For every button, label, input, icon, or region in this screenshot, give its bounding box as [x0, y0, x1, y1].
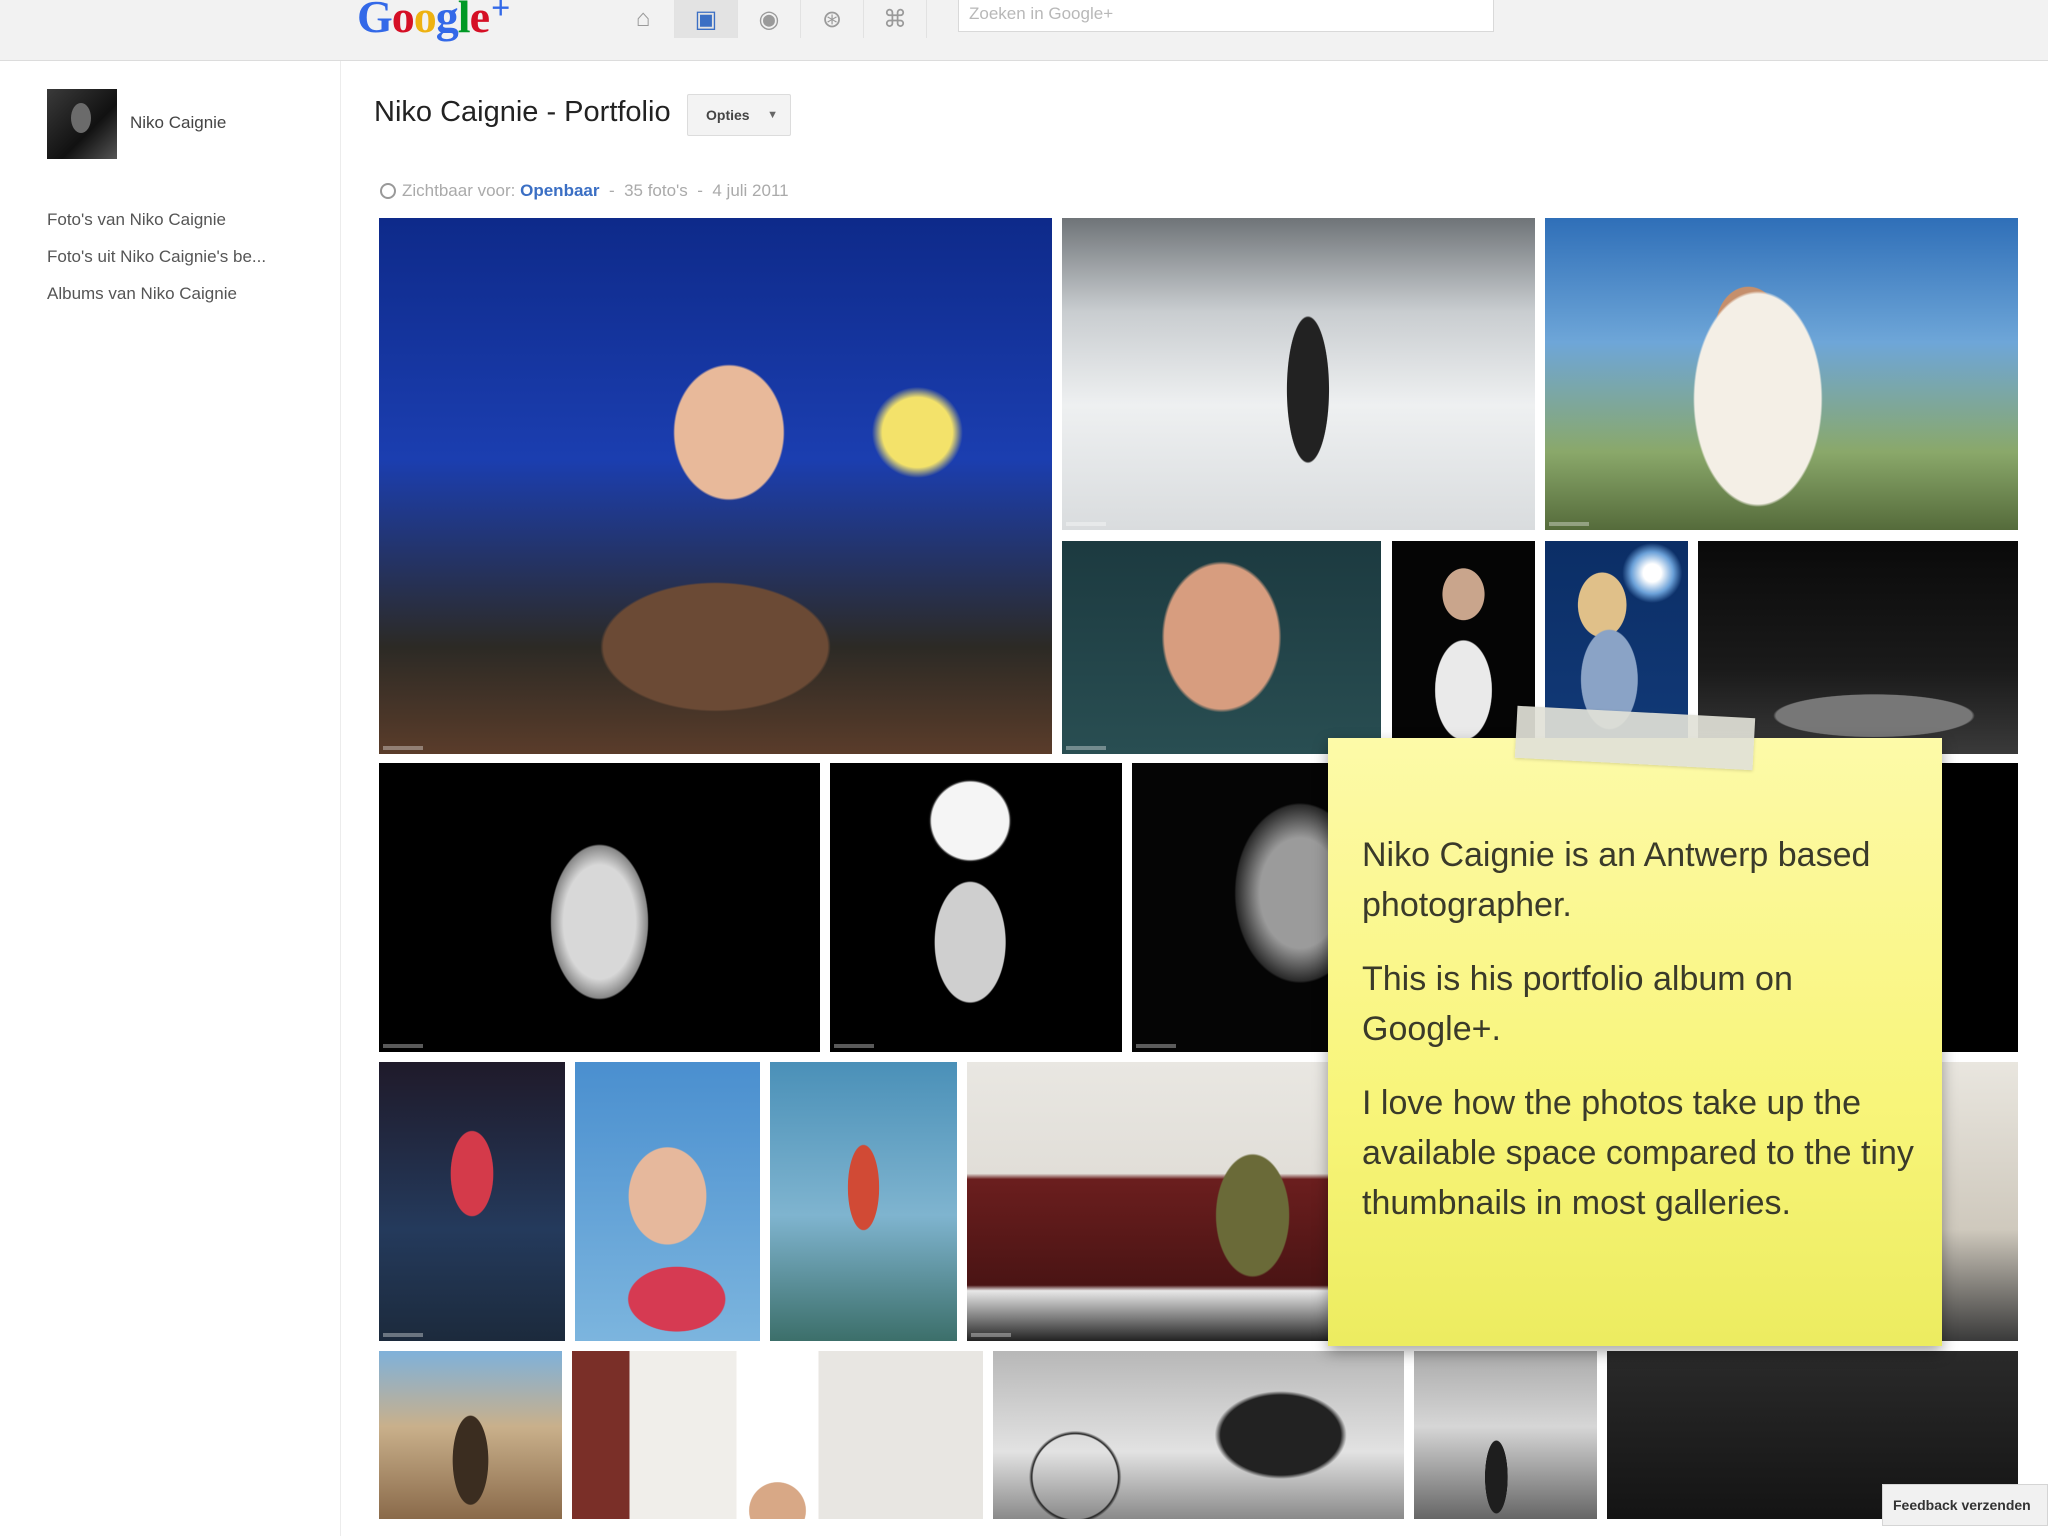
avatar[interactable] — [47, 89, 117, 159]
photo-thumbnail[interactable] — [830, 763, 1122, 1052]
page-title: Niko Caignie - Portfolio — [374, 96, 671, 128]
photo-thumbnail[interactable] — [575, 1062, 760, 1341]
sidebar-item-albums[interactable]: Albums van Niko Caignie — [47, 275, 266, 312]
top-bar: Google+ ⌂ ▣ ◉ ⊛ ⌘ Zoeken in Google+ — [0, 0, 2048, 61]
google-plus-logo[interactable]: Google+ — [357, 0, 510, 43]
sticky-note: Niko Caignie is an Antwerp based photogr… — [1328, 738, 1942, 1346]
sidebar-links: Foto's van Niko Caignie Foto's uit Niko … — [47, 201, 266, 312]
photo-thumbnail[interactable] — [379, 1351, 562, 1519]
note-paragraph: I love how the photos take up the availa… — [1362, 1084, 1914, 1222]
photo-thumbnail[interactable] — [379, 1062, 565, 1341]
photo-thumbnail[interactable] — [1392, 541, 1535, 754]
photos-icon[interactable]: ▣ — [675, 0, 738, 38]
photo-thumbnail[interactable] — [1062, 218, 1535, 530]
photo-thumbnail[interactable] — [1545, 218, 2018, 530]
nav-icon-bar: ⌂ ▣ ◉ ⊛ ⌘ — [612, 0, 927, 40]
sidebar: Niko Caignie Foto's van Niko Caignie Fot… — [0, 61, 341, 1536]
sidebar-item-photos-from[interactable]: Foto's uit Niko Caignie's be... — [47, 238, 266, 275]
visibility-link[interactable]: Openbaar — [520, 181, 599, 200]
profile-name[interactable]: Niko Caignie — [130, 113, 226, 133]
photo-count: 35 foto's — [624, 181, 688, 200]
globe-icon — [380, 183, 396, 199]
search-input[interactable]: Zoeken in Google+ — [958, 0, 1494, 32]
photo-thumbnail[interactable] — [379, 763, 820, 1052]
chevron-down-icon: ▼ — [767, 109, 778, 121]
sidebar-item-photos-of[interactable]: Foto's van Niko Caignie — [47, 201, 266, 238]
photo-thumbnail[interactable] — [967, 1062, 1387, 1341]
photo-thumbnail[interactable] — [379, 218, 1052, 754]
home-icon[interactable]: ⌂ — [612, 0, 675, 38]
note-text: Niko Caignie is an Antwerp based photogr… — [1362, 830, 1932, 1252]
album-date: 4 juli 2011 — [712, 181, 789, 200]
note-paragraph: This is his portfolio album on Google+. — [1362, 960, 1793, 1048]
circles-icon[interactable]: ⊛ — [801, 0, 864, 38]
profile-icon[interactable]: ◉ — [738, 0, 801, 38]
photo-thumbnail[interactable] — [993, 1351, 1404, 1519]
options-button[interactable]: Opties ▼ — [687, 94, 791, 136]
photo-thumbnail[interactable] — [1414, 1351, 1597, 1519]
games-icon[interactable]: ⌘ — [864, 0, 927, 38]
photo-thumbnail[interactable] — [572, 1351, 983, 1519]
feedback-button[interactable]: Feedback verzenden — [1882, 1484, 2048, 1526]
note-paragraph: Niko Caignie is an Antwerp based photogr… — [1362, 836, 1871, 924]
album-meta: Zichtbaar voor: Openbaar - 35 foto's - 4… — [380, 181, 789, 201]
photo-thumbnail[interactable] — [1062, 541, 1381, 754]
photo-thumbnail[interactable] — [770, 1062, 957, 1341]
